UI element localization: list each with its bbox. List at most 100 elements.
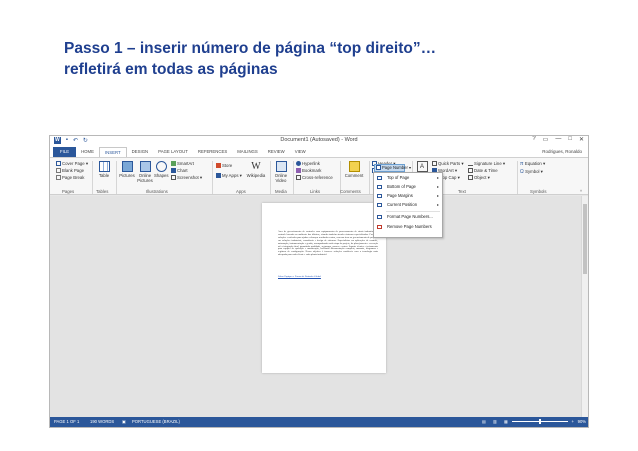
- cover-page-button[interactable]: Cover Page ▾: [56, 161, 88, 167]
- zoom-level[interactable]: 90%: [578, 417, 586, 427]
- ribbon-divider: [270, 161, 271, 194]
- equation-button[interactable]: π Equation ▾: [520, 161, 545, 167]
- proofing-icon[interactable]: ▣: [122, 417, 126, 427]
- menu-item-current-position[interactable]: Current Position ▸: [374, 201, 442, 209]
- group-illustrations-label: Illustrations: [146, 189, 168, 194]
- zoom-in-icon[interactable]: +: [572, 417, 574, 427]
- bookmark-button[interactable]: Bookmark: [296, 168, 321, 174]
- table-button[interactable]: Table: [96, 161, 112, 178]
- menu-item-format-page-numbers[interactable]: Format Page Numbers...: [374, 213, 442, 221]
- scrollbar-thumb[interactable]: [583, 204, 587, 274]
- tab-mailings[interactable]: MAILINGS: [232, 147, 263, 157]
- menu-item-bottom-of-page[interactable]: Bottom of Page ▸: [374, 183, 442, 191]
- screenshot-button[interactable]: Screenshot ▾: [171, 175, 202, 181]
- store-icon: [216, 163, 221, 169]
- tab-review[interactable]: REVIEW: [263, 147, 290, 157]
- ribbon-divider: [212, 161, 213, 194]
- cross-reference-icon: [296, 175, 301, 181]
- chart-button[interactable]: Chart: [171, 168, 188, 174]
- symbol-button[interactable]: Ω Symbol ▾: [520, 169, 543, 175]
- page-number-button[interactable]: Page Number ▾: [374, 164, 411, 172]
- document-page[interactable]: Área de gerenciamento de controles com e…: [262, 203, 386, 373]
- tab-design[interactable]: DESIGN: [127, 147, 153, 157]
- comment-icon: [348, 161, 360, 172]
- word-window-screenshot: W ▪ ↶ ↻ Document1 (Autosaved) - Word ? ▭…: [49, 135, 589, 428]
- slide-title-line2: refletirá em todas as páginas: [64, 61, 278, 78]
- group-comments-label: Comments: [340, 189, 361, 194]
- smartart-icon: [171, 161, 176, 167]
- apps-icon: [216, 173, 221, 179]
- tab-page-layout[interactable]: PAGE LAYOUT: [153, 147, 193, 157]
- object-button[interactable]: Object ▾: [468, 175, 490, 181]
- menu-item-top-of-page[interactable]: Top of Page ▸: [374, 174, 442, 182]
- document-area: Área de gerenciamento de controles com e…: [50, 196, 588, 418]
- collapse-ribbon-icon[interactable]: ^: [580, 189, 582, 195]
- minimize-icon[interactable]: —: [555, 136, 561, 143]
- submenu-arrow-icon: ▸: [436, 175, 439, 180]
- close-icon[interactable]: ✕: [579, 136, 584, 143]
- ribbon-divider: [293, 161, 294, 194]
- cover-page-icon: [56, 161, 61, 167]
- document-link[interactable]: Sobre Equipes e Forma de Emissão Global: [278, 275, 321, 278]
- hyperlink-button[interactable]: Hyperlink: [296, 161, 320, 167]
- menu-divider: [386, 211, 440, 212]
- video-icon: [275, 161, 287, 172]
- bottom-of-page-icon: [377, 185, 382, 189]
- maximize-icon[interactable]: □: [568, 136, 572, 143]
- ribbon-display-icon[interactable]: ▭: [543, 136, 549, 143]
- group-media-label: Media: [275, 189, 287, 194]
- ribbon-divider: [517, 161, 518, 194]
- tab-home[interactable]: HOME: [76, 147, 99, 157]
- zoom-slider-knob[interactable]: [539, 419, 541, 424]
- slide-title: Passo 1 – inserir número de página “top …: [64, 38, 584, 80]
- current-position-icon: [377, 203, 382, 207]
- tab-file[interactable]: FILE: [53, 147, 77, 157]
- cross-reference-button[interactable]: Cross-reference: [296, 175, 333, 181]
- zoom-slider[interactable]: [512, 419, 568, 424]
- submenu-arrow-icon: ▸: [436, 202, 439, 207]
- online-pictures-button[interactable]: Online Pictures: [137, 161, 153, 183]
- page-break-button[interactable]: Page Break: [56, 175, 84, 181]
- group-symbols-label: Symbols: [530, 189, 547, 194]
- print-layout-icon[interactable]: ▥: [493, 417, 497, 427]
- zoom-out-icon[interactable]: −: [512, 417, 514, 427]
- store-button[interactable]: Store: [216, 163, 232, 169]
- my-apps-button[interactable]: My Apps ▾: [216, 173, 242, 179]
- date-time-button[interactable]: Date & Time: [468, 168, 498, 174]
- group-tables-label: Tables: [96, 189, 109, 194]
- page-margins-icon: [377, 194, 382, 198]
- status-page[interactable]: PAGE 1 OF 1: [54, 417, 79, 427]
- tab-view[interactable]: VIEW: [290, 147, 311, 157]
- menu-item-page-margins[interactable]: Page Margins ▸: [374, 192, 442, 200]
- hyperlink-icon: [296, 161, 301, 167]
- smartart-button[interactable]: SmartArt: [171, 161, 194, 167]
- quick-parts-icon: [432, 161, 437, 167]
- tab-insert[interactable]: INSERT: [98, 147, 127, 157]
- screenshot-icon: [171, 175, 176, 181]
- status-words[interactable]: 190 WORDS: [90, 417, 114, 427]
- pictures-button[interactable]: Pictures: [118, 161, 136, 178]
- ribbon-divider: [116, 161, 117, 194]
- read-mode-icon[interactable]: ▤: [482, 417, 486, 427]
- wikipedia-button[interactable]: W Wikipedia: [246, 161, 266, 178]
- help-icon[interactable]: ?: [532, 136, 535, 143]
- web-layout-icon[interactable]: ▦: [504, 417, 508, 427]
- status-language[interactable]: PORTUGUESE (BRAZIL): [132, 417, 180, 427]
- vertical-scrollbar[interactable]: [581, 196, 588, 418]
- user-name[interactable]: Rodrigues, Ronaldo: [542, 147, 582, 157]
- ribbon-insert: Cover Page ▾ Blank Page Page Break Pages…: [50, 157, 588, 195]
- tab-references[interactable]: REFERENCES: [193, 147, 232, 157]
- group-pages-label: Pages: [62, 189, 75, 194]
- wikipedia-icon: W: [251, 161, 261, 172]
- text-box-icon: A: [416, 161, 428, 172]
- quick-parts-button[interactable]: Quick Parts ▾: [432, 161, 464, 167]
- signature-line-button[interactable]: Signature Line ▾: [468, 161, 505, 167]
- group-text-label: Text: [458, 189, 466, 194]
- menu-item-remove-page-numbers[interactable]: Remove Page Numbers: [374, 223, 442, 231]
- ribbon-tabs: FILE HOME INSERT DESIGN PAGE LAYOUT REFE…: [50, 147, 588, 157]
- shapes-button[interactable]: Shapes: [154, 161, 169, 178]
- online-video-button[interactable]: Online Video: [273, 161, 289, 183]
- ribbon-divider: [369, 161, 370, 194]
- blank-page-button[interactable]: Blank Page: [56, 168, 84, 174]
- comment-button[interactable]: Comment: [343, 161, 365, 178]
